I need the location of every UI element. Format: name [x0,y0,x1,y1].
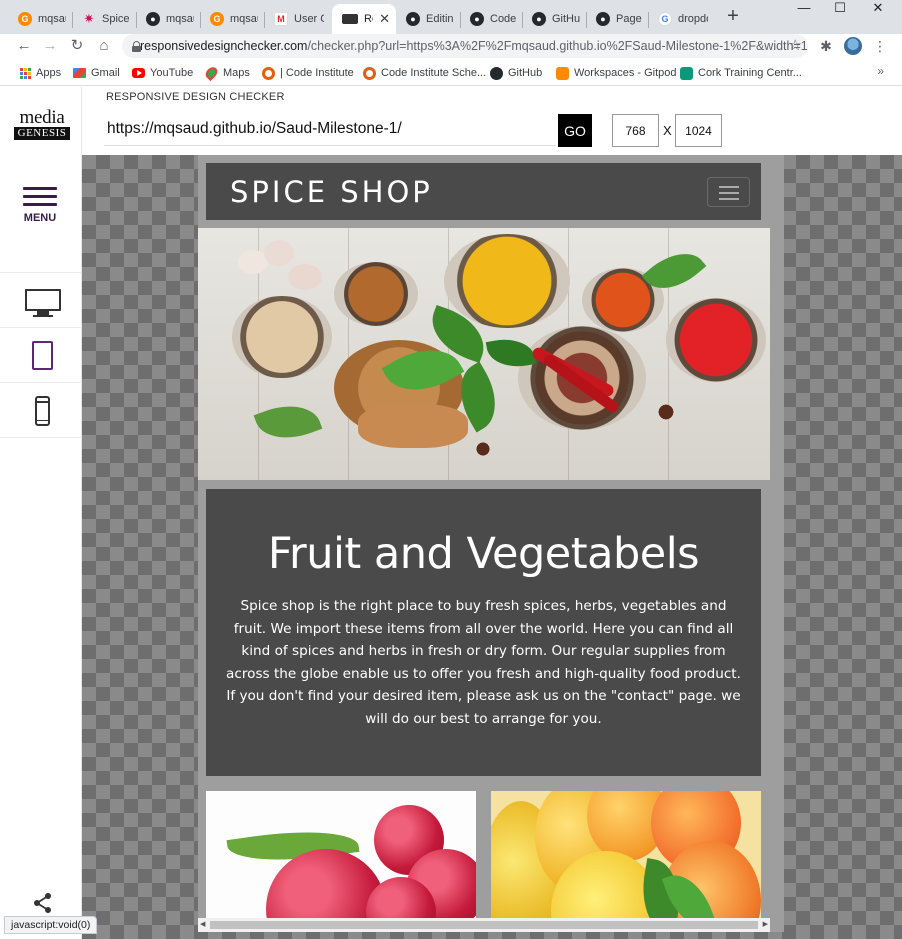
reload-icon[interactable]: ↻ [66,34,88,58]
minimize-button[interactable]: — [786,0,822,18]
tab-editing[interactable]: ● Editing [396,4,460,34]
github-icon: ● [470,12,484,26]
go-button[interactable]: GO [558,114,592,147]
checker-title: RESPONSIVE DESIGN CHECKER [106,91,285,103]
github-icon: ● [596,12,610,26]
google-icon: G [658,12,672,26]
share-icon[interactable] [32,892,54,914]
bookmark-youtube[interactable]: YouTube [132,66,193,80]
gitpod-icon: G [210,12,224,26]
scroll-right-arrow-icon[interactable]: ▶ [763,920,768,928]
sidebar-divider [0,327,82,328]
preview-horizontal-scrollbar[interactable]: ◀ ▶ [198,918,770,932]
bookmark-cork-training[interactable]: Cork Training Centr... [680,66,802,80]
bookmark-star-icon[interactable]: ☆ [789,36,802,54]
site-navbar: SPICE SHOP [206,163,761,220]
home-icon[interactable]: ⌂ [93,34,115,58]
url-host: responsivedesignchecker.com [140,39,308,53]
tablet-device-button[interactable] [0,329,82,383]
maps-icon [203,64,220,82]
site-brand[interactable]: SPICE SHOP [230,175,433,209]
horizontal-scroll-thumb[interactable] [210,921,758,929]
menu-label: MENU [23,212,57,224]
hero-spices-image [198,228,770,480]
gitpod-icon [556,66,569,80]
height-input[interactable] [675,114,722,147]
bookmark-github[interactable]: GitHub [490,66,542,80]
phone-device-button[interactable] [0,384,82,438]
tab-strip: G mqsau ✷ Spice S ● mqsau G mqsau M User… [0,0,902,34]
url-input[interactable] [104,112,556,146]
github-icon [490,66,503,80]
gmail-icon: M [274,12,288,26]
bookmarks-bar: Apps Gmail YouTube Maps | Code Institute… [0,60,902,86]
maximize-button[interactable]: ☐ [822,0,858,18]
bookmark-gitpod[interactable]: Workspaces - Gitpod [556,66,677,80]
code-institute-icon [262,66,275,80]
github-icon: ● [146,12,160,26]
bookmark-maps[interactable]: Maps [203,64,250,82]
fruit-vegetables-section: Fruit and Vegetabels Spice shop is the r… [206,489,761,776]
preview-frame[interactable]: SPICE SHOP Fruit and Vegetabels Spice sh… [198,155,784,932]
bookmark-code-institute-schedule[interactable]: Code Institute Sche... [363,66,486,80]
tab-code-institute[interactable]: ● Code-I [460,4,522,34]
tab-responsive-checker[interactable]: Res ✕ [332,4,396,34]
status-bar: javascript:void(0) [4,916,98,934]
spice-icon: ✷ [83,11,95,26]
browser-window: G mqsau ✷ Spice S ● mqsau G mqsau M User… [0,0,902,939]
scroll-left-arrow-icon[interactable]: ◀ [200,920,205,928]
tab-mqsaud-gitpod-2[interactable]: G mqsau [200,4,264,34]
close-tab-icon[interactable]: ✕ [379,11,390,27]
forward-arrow-icon[interactable]: → [39,34,61,58]
cork-icon [680,66,693,80]
tab-user-gmail[interactable]: M User C [264,4,330,34]
section-description: Spice shop is the right place to buy fre… [226,598,741,727]
github-icon: ● [532,12,546,26]
chrome-menu-icon[interactable]: ⋮ [870,36,890,56]
hamburger-icon [23,187,57,190]
url-path: /checker.php?url=https%3A%2F%2Fmqsaud.gi… [307,39,808,53]
lychee-image-card [206,791,476,932]
apps-icon [20,67,31,79]
sidebar-divider [0,382,82,383]
width-input[interactable] [612,114,659,147]
responsive-checker-page: media GENESIS MENU RESPONSIVE DESIGN CHE… [0,87,902,939]
navbar-toggler-button[interactable] [707,177,750,207]
checker-sidebar: media GENESIS MENU [0,87,82,939]
tab-mqsaud-github[interactable]: ● mqsau [136,4,200,34]
profile-avatar[interactable] [844,37,862,55]
phone-icon [35,396,50,426]
hamburger-icon [719,186,739,188]
bookmark-code-institute[interactable]: | Code Institute [262,66,354,80]
bookmark-gmail[interactable]: Gmail [73,66,120,80]
address-bar[interactable]: responsivedesignchecker.com/checker.php?… [122,34,808,58]
github-icon: ● [406,12,420,26]
rdc-icon [342,14,358,24]
tab-pages[interactable]: ● Pages [586,4,648,34]
tab-dropdown-google[interactable]: G dropdo [648,4,714,34]
bookmark-apps[interactable]: Apps [20,66,61,80]
section-title: Fruit and Vegetabels [267,529,700,579]
preview-checkerboard: SPICE SHOP Fruit and Vegetabels Spice sh… [82,155,902,939]
tab-spice-shop[interactable]: ✷ Spice S [72,4,136,34]
mango-image-card [491,791,761,932]
menu-button[interactable]: MENU [18,185,62,229]
tablet-icon [32,341,53,370]
code-institute-icon [363,66,376,80]
gitpod-icon: G [18,12,32,26]
close-window-button[interactable]: ✕ [860,0,896,18]
dimension-separator: X [663,123,672,138]
desktop-device-button[interactable] [0,275,82,329]
bookmarks-overflow-icon[interactable]: » [877,64,884,78]
new-tab-button[interactable]: + [722,6,744,28]
sidebar-divider [0,437,82,438]
media-genesis-logo[interactable]: media GENESIS [14,108,70,140]
youtube-icon [132,68,145,78]
tab-mqsaud-gitpod[interactable]: G mqsau [8,4,72,34]
gmail-icon [73,68,86,78]
tab-github[interactable]: ● GitHub [522,4,586,34]
extensions-puzzle-icon[interactable]: ✱ [816,36,836,56]
back-arrow-icon[interactable]: ← [13,34,35,58]
sidebar-divider [0,272,82,273]
